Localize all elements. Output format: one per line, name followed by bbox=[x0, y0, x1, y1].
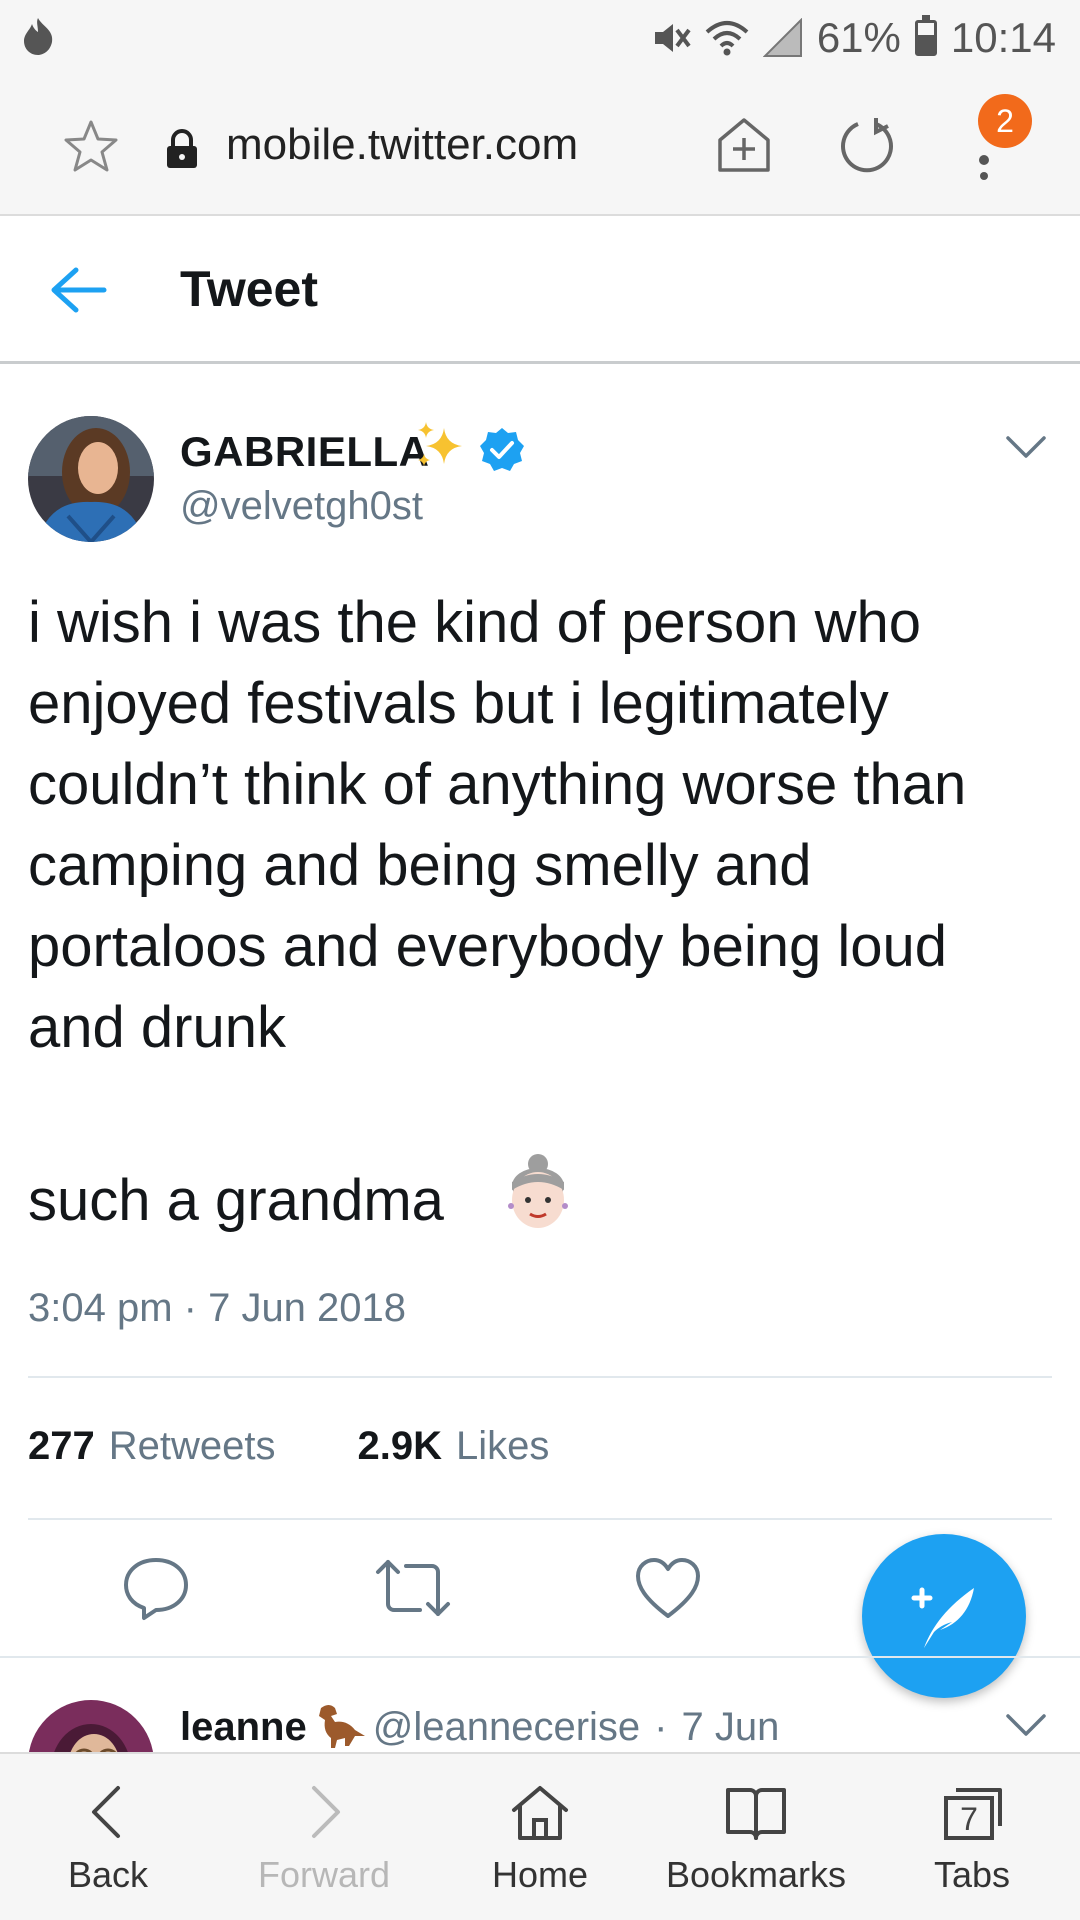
retweets-count: 277 bbox=[28, 1424, 95, 1468]
mute-icon bbox=[654, 24, 691, 52]
author-avatar[interactable] bbox=[28, 416, 154, 542]
like-heart-icon[interactable] bbox=[634, 1554, 702, 1622]
avatar-photo bbox=[28, 416, 154, 542]
old-woman-emoji-icon bbox=[508, 1154, 568, 1228]
nav-home-button[interactable]: Home bbox=[432, 1754, 648, 1920]
status-bar: 61% 10:14 bbox=[0, 0, 1080, 76]
back-arrow-icon[interactable] bbox=[48, 264, 108, 316]
likes-count: 2.9K bbox=[357, 1424, 443, 1468]
status-indicators: 61% 10:14 bbox=[651, 8, 1056, 68]
tabs-count: 7 bbox=[960, 1801, 978, 1837]
nav-bookmarks-button[interactable]: Bookmarks bbox=[648, 1754, 864, 1920]
reply-meta-separator: · bbox=[654, 1704, 668, 1749]
url-bar[interactable]: mobile.twitter.com 2 bbox=[0, 90, 1080, 200]
nav-back-label: Back bbox=[67, 1854, 149, 1895]
compose-tweet-button[interactable] bbox=[862, 1534, 1026, 1698]
reply-tweet-header: leanne @leannecerise · 7 Jun bbox=[180, 1702, 779, 1752]
reply-date[interactable]: 7 Jun bbox=[681, 1705, 779, 1750]
compose-feather-icon bbox=[911, 1587, 974, 1648]
reply-author-handle[interactable]: @leannecerise bbox=[373, 1705, 640, 1750]
author-handle[interactable]: @velvetgh0st bbox=[180, 484, 423, 529]
tweet-timestamp[interactable]: 3:04 pm · 7 Jun 2018 bbox=[28, 1286, 406, 1331]
browser-bottom-nav: Back Forward Home Bookmarks 7 Tabs bbox=[0, 1752, 1080, 1920]
verified-badge-icon bbox=[480, 428, 524, 471]
reply-author-name[interactable]: leanne bbox=[180, 1705, 307, 1750]
retweets-stat[interactable]: 277 Retweets bbox=[28, 1424, 276, 1469]
retweets-label: Retweets bbox=[108, 1424, 276, 1468]
nav-back-button[interactable]: Back bbox=[0, 1754, 216, 1920]
tweet-text-line2: such a grandma bbox=[28, 1168, 444, 1233]
sparkles-icon bbox=[418, 422, 462, 466]
chevron-left-icon bbox=[92, 1786, 120, 1838]
nav-forward-button[interactable]: Forward bbox=[216, 1754, 432, 1920]
reload-icon[interactable] bbox=[836, 116, 896, 176]
clock: 10:14 bbox=[950, 14, 1056, 61]
tweet-text: i wish i was the kind of person who enjo… bbox=[28, 590, 983, 1060]
tweet-stats: 277 Retweets 2.9K Likes bbox=[28, 1424, 549, 1469]
battery-percent: 61% bbox=[816, 14, 901, 61]
divider bbox=[28, 1518, 1052, 1520]
add-to-home-icon[interactable] bbox=[716, 116, 772, 174]
bookmarks-book-icon bbox=[726, 1788, 786, 1840]
author-name[interactable]: GABRIELLA bbox=[180, 428, 430, 476]
chevron-right-icon bbox=[312, 1786, 340, 1838]
browser-chrome: 61% 10:14 mobile.twitter.com 2 bbox=[0, 0, 1080, 216]
divider bbox=[28, 1376, 1052, 1378]
nav-tabs-button[interactable]: 7 Tabs bbox=[864, 1754, 1080, 1920]
likes-stat[interactable]: 2.9K Likes bbox=[358, 1424, 550, 1469]
nav-bookmarks-label: Bookmarks bbox=[665, 1854, 847, 1895]
signal-icon bbox=[762, 18, 802, 57]
reply-chevron-down-icon[interactable] bbox=[1004, 1710, 1048, 1740]
menu-badge[interactable]: 2 bbox=[978, 94, 1032, 148]
retweet-icon[interactable] bbox=[374, 1554, 452, 1622]
chevron-down-icon[interactable] bbox=[1004, 432, 1048, 462]
flame-icon bbox=[24, 18, 53, 55]
dinosaur-emoji-icon bbox=[318, 1705, 365, 1748]
wifi-icon bbox=[705, 21, 749, 56]
url-text[interactable]: mobile.twitter.com bbox=[226, 120, 578, 170]
battery-fill bbox=[917, 34, 934, 53]
likes-label: Likes bbox=[456, 1424, 550, 1468]
battery-icon bbox=[914, 15, 937, 56]
reply-icon[interactable] bbox=[122, 1554, 190, 1622]
star-icon[interactable] bbox=[62, 118, 120, 176]
nav-forward-label: Forward bbox=[257, 1854, 391, 1895]
page-title: Tweet bbox=[180, 261, 318, 317]
lock-icon bbox=[167, 129, 197, 168]
tabs-icon: 7 bbox=[944, 1788, 1002, 1840]
nav-home-label: Home bbox=[491, 1854, 589, 1895]
tweet-header: Tweet bbox=[0, 218, 1080, 364]
tweet-separator bbox=[0, 1656, 1080, 1658]
nav-tabs-label: Tabs bbox=[933, 1854, 1011, 1895]
home-icon bbox=[512, 1786, 568, 1840]
